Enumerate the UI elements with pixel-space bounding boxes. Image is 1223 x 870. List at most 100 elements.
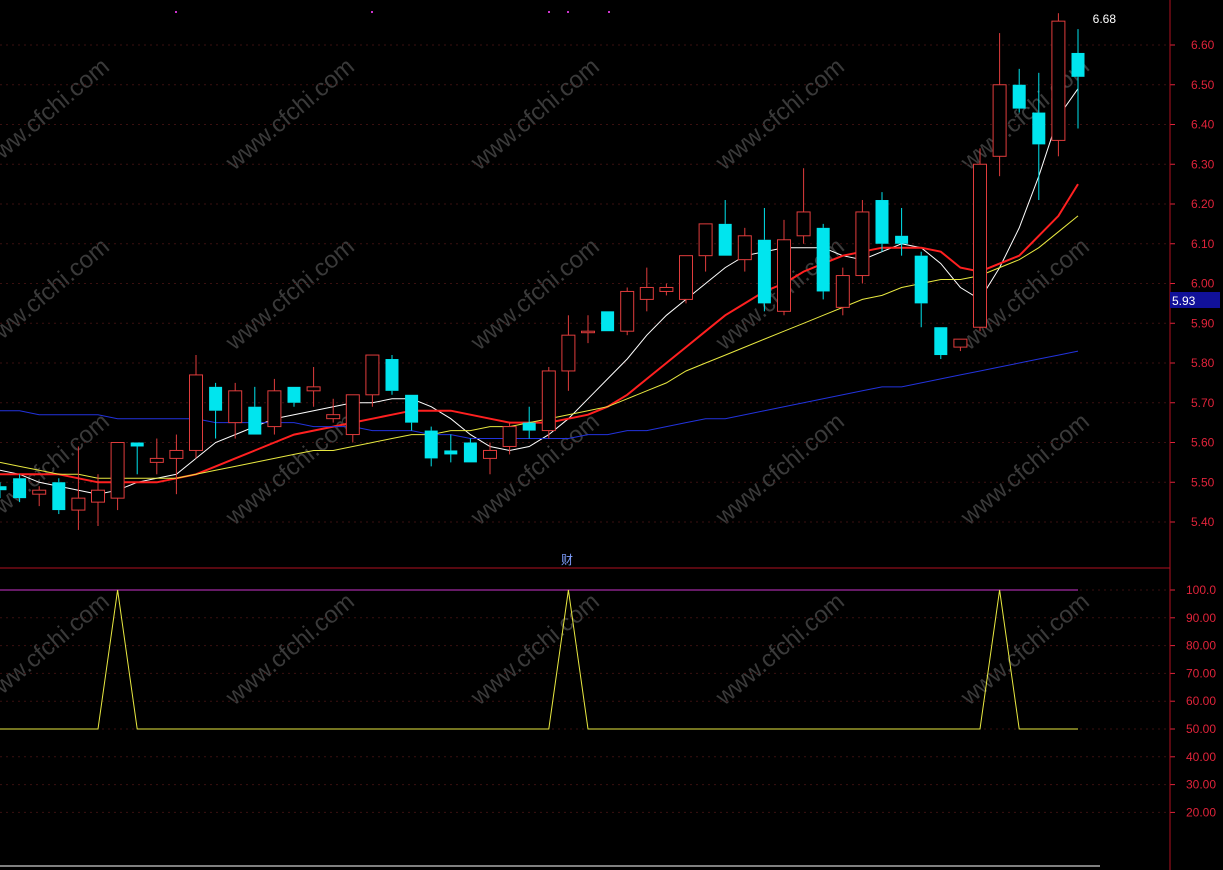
- candle-body: [248, 406, 262, 435]
- candle-body: [91, 489, 105, 503]
- price-tick-label: 5.50: [1191, 475, 1215, 489]
- candle-body: [679, 255, 693, 300]
- candle-body: [306, 386, 321, 392]
- candle-body: [835, 275, 850, 308]
- candle-body: [796, 211, 811, 237]
- candle-body: [698, 223, 713, 257]
- candle-body: [561, 334, 576, 372]
- candle-body: [914, 255, 928, 304]
- candle-body: [757, 239, 771, 304]
- candle-body: [209, 386, 223, 411]
- candle-body: [405, 394, 419, 423]
- candle-body: [541, 370, 556, 432]
- candle-body: [777, 239, 791, 312]
- candle-body: [1051, 20, 1066, 141]
- candle: [973, 148, 987, 332]
- indicator-tick-label: 100.0: [1186, 583, 1216, 597]
- indicator-tick-label: 80.00: [1186, 639, 1216, 653]
- indicator-tick-label: 90.00: [1186, 611, 1216, 625]
- price-tick-label: 6.00: [1191, 277, 1215, 291]
- candle-body: [1012, 84, 1026, 109]
- candle: [601, 311, 615, 332]
- candle-body: [32, 489, 47, 495]
- candle-body: [659, 286, 674, 292]
- price-tick-label: 5.80: [1191, 356, 1215, 370]
- price-tick-label: 6.50: [1191, 78, 1215, 92]
- indicator-tick-label: 50.00: [1186, 722, 1216, 736]
- top-marker: [567, 11, 569, 13]
- candle-body: [110, 442, 125, 499]
- candle-body: [581, 330, 595, 334]
- candle: [13, 474, 27, 503]
- candle-body: [444, 450, 458, 455]
- candle-body: [718, 223, 732, 256]
- candle-body: [130, 442, 144, 447]
- indicator-tick-label: 30.00: [1186, 778, 1216, 792]
- candle-body: [267, 390, 282, 428]
- candle-body: [1071, 52, 1085, 77]
- candle-body: [953, 338, 968, 348]
- price-tick-label: 5.90: [1191, 316, 1215, 330]
- candle-body: [365, 354, 380, 396]
- high-price-label: 6.68: [1093, 12, 1117, 26]
- top-marker: [548, 11, 550, 13]
- candle-body: [895, 235, 909, 244]
- candle: [679, 255, 693, 304]
- candle-body: [522, 422, 536, 431]
- candle-body: [483, 449, 497, 459]
- price-tick-label: 5.70: [1191, 396, 1215, 410]
- candle-body: [385, 359, 399, 391]
- candle-body: [875, 200, 889, 244]
- price-tick-label: 6.60: [1191, 38, 1215, 52]
- candle-body: [424, 430, 438, 459]
- candle: [1051, 13, 1066, 157]
- candle: [541, 366, 556, 439]
- candle-body: [52, 482, 66, 511]
- candle-body: [149, 457, 164, 463]
- indicator-tick-label: 60.00: [1186, 694, 1216, 708]
- indicator-tick-label: 40.00: [1186, 750, 1216, 764]
- candle: [620, 287, 635, 336]
- price-tick-label: 5.60: [1191, 436, 1215, 450]
- candle-body: [855, 211, 870, 277]
- top-marker: [608, 11, 610, 13]
- candle-body: [1032, 112, 1046, 145]
- price-tick-label: 6.40: [1191, 118, 1215, 132]
- candle-body: [502, 426, 517, 447]
- candle-body: [326, 414, 341, 420]
- candle-body: [228, 390, 243, 424]
- candle-body: [287, 386, 301, 403]
- candle: [816, 223, 830, 300]
- candle-body: [992, 84, 1007, 157]
- candle: [385, 355, 399, 395]
- candle-body: [345, 394, 360, 436]
- top-marker: [175, 11, 177, 13]
- candle-body: [189, 374, 203, 451]
- indicator-tick-label: 20.00: [1186, 805, 1216, 819]
- candle-body: [169, 449, 184, 459]
- candle-body: [737, 235, 752, 261]
- candle-body: [816, 227, 830, 292]
- candle-body: [0, 486, 7, 491]
- price-tick-label: 6.20: [1191, 197, 1215, 211]
- candle-body: [13, 478, 27, 499]
- candle: [934, 327, 948, 360]
- candle-body: [620, 290, 635, 332]
- candle-body: [463, 442, 477, 463]
- candle-body: [934, 327, 948, 356]
- candle-body: [601, 311, 615, 332]
- candle-body: [973, 163, 987, 328]
- indicator-tick-label: 70.00: [1186, 666, 1216, 680]
- finance-marker: 财: [561, 553, 573, 567]
- price-tick-label: 6.10: [1191, 237, 1215, 251]
- price-tick-label: 6.30: [1191, 157, 1215, 171]
- current-price-label: 5.93: [1172, 294, 1196, 308]
- candle-body: [71, 497, 86, 511]
- candle: [855, 200, 870, 284]
- candle-body: [639, 286, 654, 300]
- price-tick-label: 5.40: [1191, 515, 1215, 529]
- top-marker: [371, 11, 373, 13]
- candle: [52, 478, 66, 515]
- stock-chart: www.cfchi.com www.cfchi.com www.cfchi.com w…: [0, 0, 1223, 870]
- candle: [875, 192, 889, 252]
